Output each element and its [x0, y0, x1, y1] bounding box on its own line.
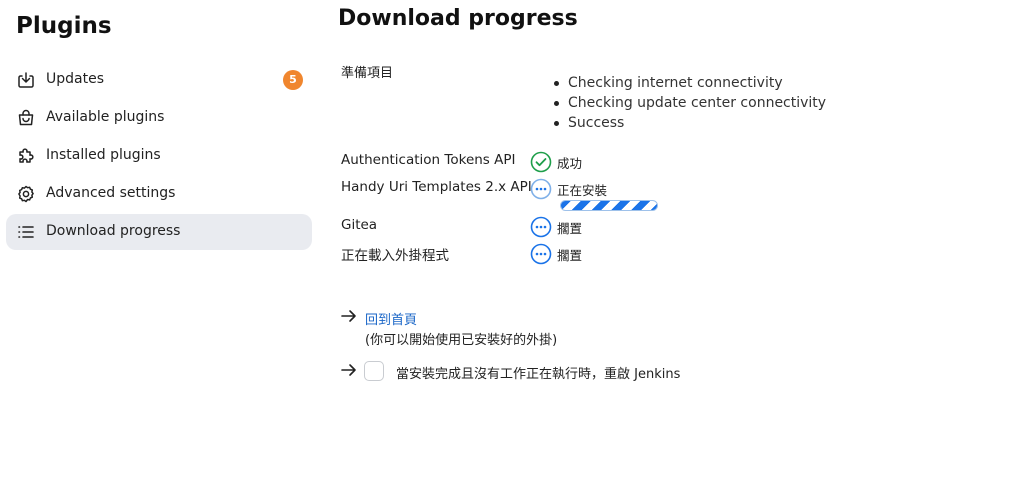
plugin-name: Handy Uri Templates 2.x API [341, 179, 532, 195]
page-title: Download progress [338, 6, 578, 31]
status-text: 擱置 [557, 247, 583, 263]
sidebar-item-download-progress[interactable]: Download progress [6, 214, 312, 250]
restart-checkbox[interactable] [364, 361, 384, 381]
preparation-label: 準備項目 [341, 66, 394, 81]
plugin-name: Gitea [341, 217, 378, 233]
arrow-right-icon [340, 307, 358, 329]
pending-icon [530, 216, 552, 238]
shopping-bag-icon [16, 108, 36, 128]
puzzle-icon [16, 146, 36, 166]
preparation-checks-list: Checking internet connectivity Checking … [554, 74, 826, 134]
sidebar-item-label: Download progress [46, 223, 181, 239]
sidebar-title: Plugins [16, 13, 112, 39]
sidebar-item-available-plugins[interactable]: Available plugins [6, 100, 312, 136]
status-text: 擱置 [557, 220, 583, 236]
plugin-status: 擱置 [530, 243, 582, 265]
install-progress-bar [560, 200, 658, 211]
plugin-name: Authentication Tokens API [341, 152, 516, 168]
success-check-icon [530, 151, 552, 173]
updates-count-badge: 5 [283, 70, 303, 90]
sidebar-item-installed-plugins[interactable]: Installed plugins [6, 138, 312, 174]
list-item: Success [554, 114, 826, 134]
sidebar-item-label: Available plugins [46, 109, 165, 125]
gear-icon [16, 184, 36, 204]
status-text: 正在安裝 [557, 182, 608, 198]
list-item: Checking internet connectivity [554, 74, 826, 94]
plugin-status: 成功 [530, 151, 582, 173]
download-tray-icon [16, 70, 36, 90]
plugin-name: 正在載入外掛程式 [341, 248, 449, 264]
restart-label[interactable]: 當安裝完成且沒有工作正在執行時，重啟 Jenkins [396, 363, 680, 382]
sidebar-item-updates[interactable]: Updates 5 [6, 62, 312, 98]
sidebar-item-label: Installed plugins [46, 147, 161, 163]
arrow-right-icon [340, 361, 358, 383]
list-item: Checking update center connectivity [554, 94, 826, 114]
plugin-status: 正在安裝 [530, 178, 607, 200]
home-link-description: (你可以開始使用已安裝好的外掛) [365, 333, 558, 348]
status-text: 成功 [557, 155, 583, 171]
sidebar-item-label: Updates [46, 71, 104, 87]
sidebar-item-label: Advanced settings [46, 185, 176, 201]
pending-icon [530, 243, 552, 265]
list-icon [16, 222, 36, 242]
plugin-status: 擱置 [530, 216, 582, 238]
installing-icon [530, 178, 552, 200]
sidebar-item-advanced-settings[interactable]: Advanced settings [6, 176, 312, 212]
back-to-home-link[interactable]: 回到首頁 [365, 309, 417, 328]
sidebar: Plugins Updates 5 Available plugins Inst [0, 0, 320, 480]
